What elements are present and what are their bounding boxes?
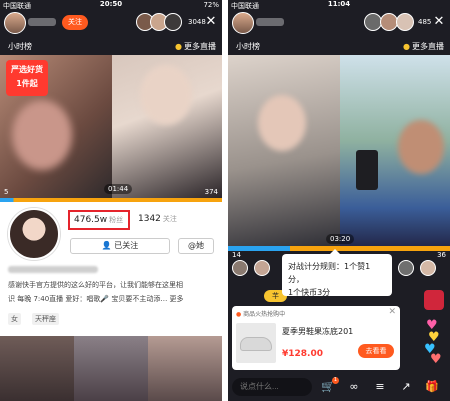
top-viewers[interactable] [136, 13, 188, 33]
face-blur-left-2 [12, 100, 72, 170]
follow-button[interactable]: 关注 [62, 15, 88, 30]
status-bar: 中国联通 11:04 [228, 0, 450, 10]
viewer-count: 485 [418, 18, 432, 26]
user-icon: 👤 [101, 241, 115, 250]
status-bar: 中国联通 20:50 72% [0, 0, 222, 10]
live-sub-bar: 小时榜 ● 更多直播 [228, 38, 450, 54]
top-viewers[interactable] [364, 13, 420, 33]
gift-icon[interactable]: 🎁 [424, 379, 440, 395]
face-blur-left [140, 65, 192, 125]
gift-avatar[interactable] [254, 260, 270, 276]
live-top-bar: 关注 3048 ✕ [0, 11, 222, 35]
video-thumbnail-strip [0, 336, 222, 401]
face-blur-right-b [398, 120, 444, 174]
floating-hearts: ♥ ♥ ♥ ♥ [422, 290, 446, 370]
live-top-bar: 485 ✕ [228, 11, 450, 35]
host-name-blurred [256, 18, 284, 26]
host-name-blurred [28, 18, 56, 26]
host-avatar[interactable] [232, 12, 254, 34]
hour-rank-link[interactable]: 小时榜 [236, 41, 260, 52]
pk-right-score: 374 [204, 188, 218, 196]
close-icon[interactable]: ✕ [388, 307, 396, 317]
score-rules-popup: 对战计分规则：1个赞1分， 1个快币3分 [282, 249, 392, 297]
viewer-avatar[interactable] [164, 13, 182, 31]
following-label: 关注 [162, 215, 177, 223]
video-thumbnail[interactable] [74, 336, 148, 401]
gender-tag: 女 [8, 313, 21, 325]
menu-icon[interactable]: ≡ [372, 379, 388, 395]
profile-card: 5 374 476.5w 粉丝 1342 关注 👤 已关注 @她 感谢快手官方提供的… [0, 188, 222, 338]
product-image[interactable] [236, 323, 276, 363]
host-avatar[interactable] [4, 12, 26, 34]
planet-icon: ● [403, 42, 410, 51]
score-rule-line-1: 对战计分规则：1个赞1分， [288, 262, 371, 284]
followed-label: 已关注 [114, 241, 139, 250]
more-live-label: 更多直播 [412, 42, 444, 51]
phone-in-hand [356, 150, 378, 190]
fans-count: 476.5w [74, 215, 108, 225]
fans-label: 粉丝 [109, 216, 124, 224]
product-header-label: 商品火热抢购中 [243, 311, 286, 318]
product-price: ¥128.00 [282, 349, 323, 359]
bio-line-2[interactable]: 识 每晚 7:40直播 爱好：唱歌🎤 宝贝要不主动添… 更多 [8, 294, 184, 304]
pk-link-icon[interactable]: ∞ [346, 379, 362, 395]
pk-left-score: 5 [4, 188, 9, 196]
bio-line-1: 感谢快手官方提供的这么好的平台，让我们能够在这里相 [8, 281, 183, 289]
planet-icon: ● [175, 42, 182, 51]
followed-button[interactable]: 👤 已关注 [70, 238, 170, 254]
pk-left-score: 14 [232, 251, 241, 259]
more-live-link[interactable]: ● 更多直播 [175, 41, 216, 52]
close-icon[interactable]: ✕ [432, 15, 446, 29]
fans-count-highlight: 476.5w 粉丝 [68, 210, 130, 230]
right-live-screen: 03:20 中国联通 11:04 485 ✕ 小时榜 ● 更多直播 14 36 芊… [228, 0, 450, 401]
cart-count-badge: 1 [331, 377, 339, 384]
heart-icon: ♥ [430, 352, 442, 367]
clock: 11:04 [327, 0, 351, 8]
close-icon[interactable]: ✕ [204, 15, 218, 29]
clock: 20:50 [99, 0, 123, 8]
following-count-box[interactable]: 1342 关注 [138, 214, 177, 224]
video-duration: 03:20 [326, 234, 355, 244]
score-rule-line-2: 1个快币3分 [288, 288, 331, 297]
following-count: 1342 [138, 214, 161, 224]
pk-progress-bar [0, 198, 222, 202]
gift-avatar[interactable] [232, 260, 248, 276]
more-live-label: 更多直播 [184, 42, 216, 51]
product-header: ● 商品火热抢购中 [236, 309, 285, 318]
video-duration: 01:44 [104, 184, 133, 194]
product-title[interactable]: 夏季男鞋果冻底201 [282, 326, 353, 337]
gift-avatar[interactable] [420, 260, 436, 276]
mini-profile-avatar[interactable] [424, 290, 444, 310]
profile-avatar[interactable] [8, 208, 60, 260]
gift-avatar[interactable] [398, 260, 414, 276]
video-thumbnail[interactable] [148, 336, 222, 401]
mention-her-button[interactable]: @她 [178, 238, 214, 254]
video-thumbnail[interactable] [0, 336, 74, 401]
comment-input[interactable] [232, 378, 312, 396]
product-card[interactable]: ● 商品火热抢购中 ✕ 夏季男鞋果冻底201 ¥128.00 去看看 [232, 306, 400, 370]
share-icon[interactable]: ↗ [398, 379, 414, 395]
go-see-button[interactable]: 去看看 [358, 344, 394, 358]
zodiac-tag: 天秤座 [32, 313, 59, 325]
pk-right-score: 36 [437, 251, 446, 259]
blurred-name [8, 266, 98, 273]
live-sub-bar: 小时榜 ● 更多直播 [0, 38, 222, 54]
live-bottom-bar: 🛒1 ∞ ≡ ↗ 🎁 [228, 376, 450, 398]
viewer-avatar[interactable] [396, 13, 414, 31]
hour-rank-link[interactable]: 小时榜 [8, 41, 32, 52]
live-video-right[interactable]: 03:20 [228, 0, 450, 246]
promo-banner[interactable]: 严选好货 1件起 [6, 60, 48, 96]
left-live-screen: 严选好货 1件起 01:44 中国联通 20:50 72% 关注 3048 ✕ … [0, 0, 222, 401]
more-live-link[interactable]: ● 更多直播 [403, 41, 444, 52]
shopping-cart-icon[interactable]: 🛒 1 [320, 377, 339, 395]
shoe-shape [240, 337, 272, 351]
battery-level: 72% [203, 1, 219, 9]
face-blur-right-a [258, 95, 306, 151]
